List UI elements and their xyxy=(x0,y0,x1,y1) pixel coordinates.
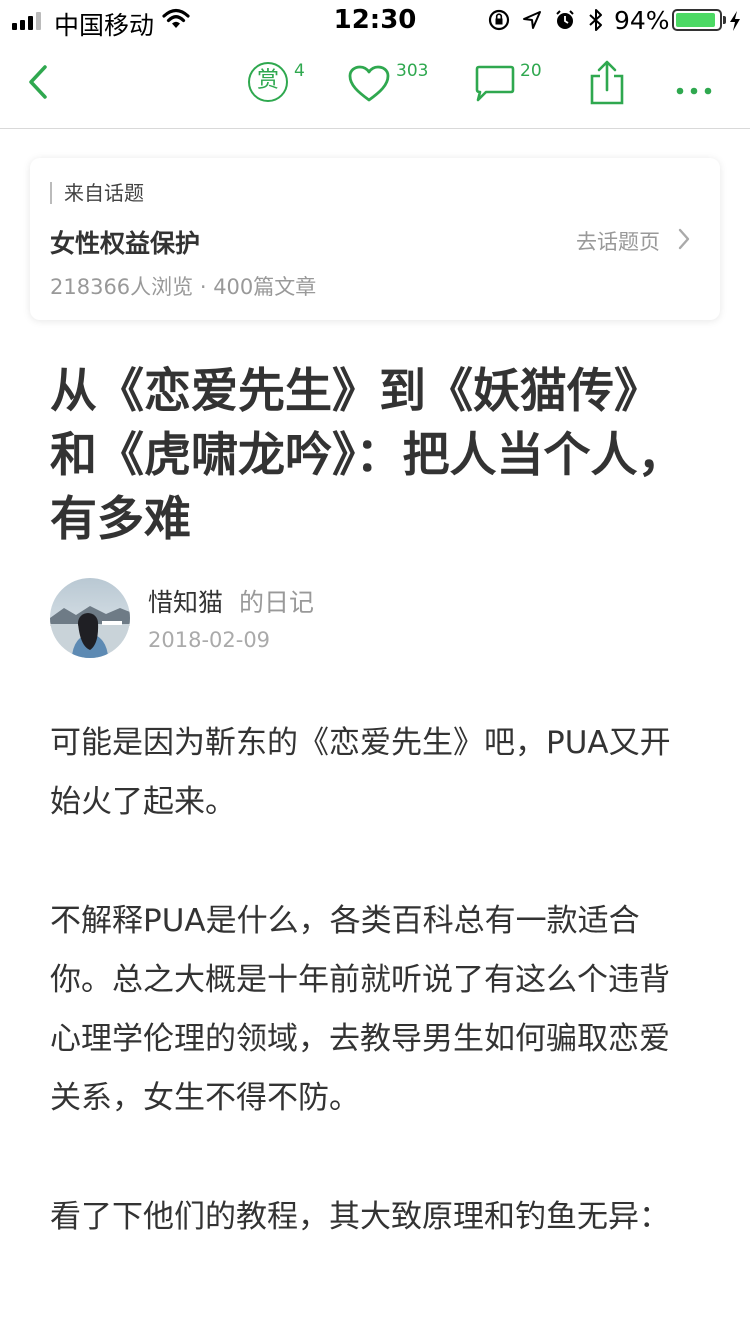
battery-fill xyxy=(676,13,716,27)
status-bar: 中国移动 12:30 94% xyxy=(0,0,750,40)
location-icon xyxy=(522,10,542,34)
comment-icon xyxy=(474,65,516,107)
reward-count: 4 xyxy=(294,61,305,81)
bluetooth-icon xyxy=(588,8,604,36)
topic-name: 女性权益保护 xyxy=(50,229,201,258)
comment-count: 20 xyxy=(520,61,542,81)
article-body: 可能是因为靳东的《恋爱先生》吧，PUA又开始火了起来。 不解释PUA是什么，各类… xyxy=(50,714,700,1307)
battery-icon xyxy=(672,9,726,31)
share-button[interactable] xyxy=(586,40,630,128)
share-icon xyxy=(588,60,626,110)
battery-percent: 94% xyxy=(614,6,670,35)
charging-icon xyxy=(728,10,742,36)
back-button[interactable] xyxy=(20,40,60,128)
author-avatar[interactable] xyxy=(50,578,130,658)
author-name[interactable]: 惜知猫 xyxy=(148,588,223,617)
topic-card[interactable]: 来自话题 女性权益保护 去话题页 218366人浏览 · 400篇文章 xyxy=(30,158,720,320)
comment-button[interactable]: 20 xyxy=(474,40,554,128)
nav-bar: 赏 4 303 20 xyxy=(0,40,750,129)
go-topic-page-link[interactable]: 去话题页 xyxy=(576,226,690,256)
topic-from-label: 来自话题 xyxy=(50,182,144,204)
topic-stats: 218366人浏览 · 400篇文章 xyxy=(50,275,317,299)
like-button[interactable]: 303 xyxy=(348,40,438,128)
heart-icon xyxy=(348,65,390,107)
orientation-lock-icon xyxy=(488,9,510,35)
like-count: 303 xyxy=(396,61,429,81)
reward-button[interactable]: 赏 4 xyxy=(248,40,318,128)
go-topic-page-label: 去话题页 xyxy=(576,230,660,254)
more-button[interactable] xyxy=(672,40,722,128)
chevron-right-icon xyxy=(678,228,690,255)
author-line: 惜知猫 的日记 xyxy=(148,583,314,619)
alarm-icon xyxy=(554,9,576,35)
article-title: 从《恋爱先生》到《妖猫传》和《虎啸龙吟》：把人当个人，有多难 xyxy=(50,364,685,547)
author-suffix: 的日记 xyxy=(238,588,314,617)
paragraph: 可能是因为靳东的《恋爱先生》吧，PUA又开始火了起来。 xyxy=(50,725,671,820)
more-icon xyxy=(676,80,712,99)
reward-icon: 赏 xyxy=(248,62,288,102)
post-date: 2018-02-09 xyxy=(148,628,271,652)
paragraph: 看了下他们的教程，其大致原理和钓鱼无异： xyxy=(50,1199,670,1235)
paragraph: 不解释PUA是什么，各类百科总有一款适合你。总之大概是十年前就听说了有这么个违背… xyxy=(50,903,670,1116)
